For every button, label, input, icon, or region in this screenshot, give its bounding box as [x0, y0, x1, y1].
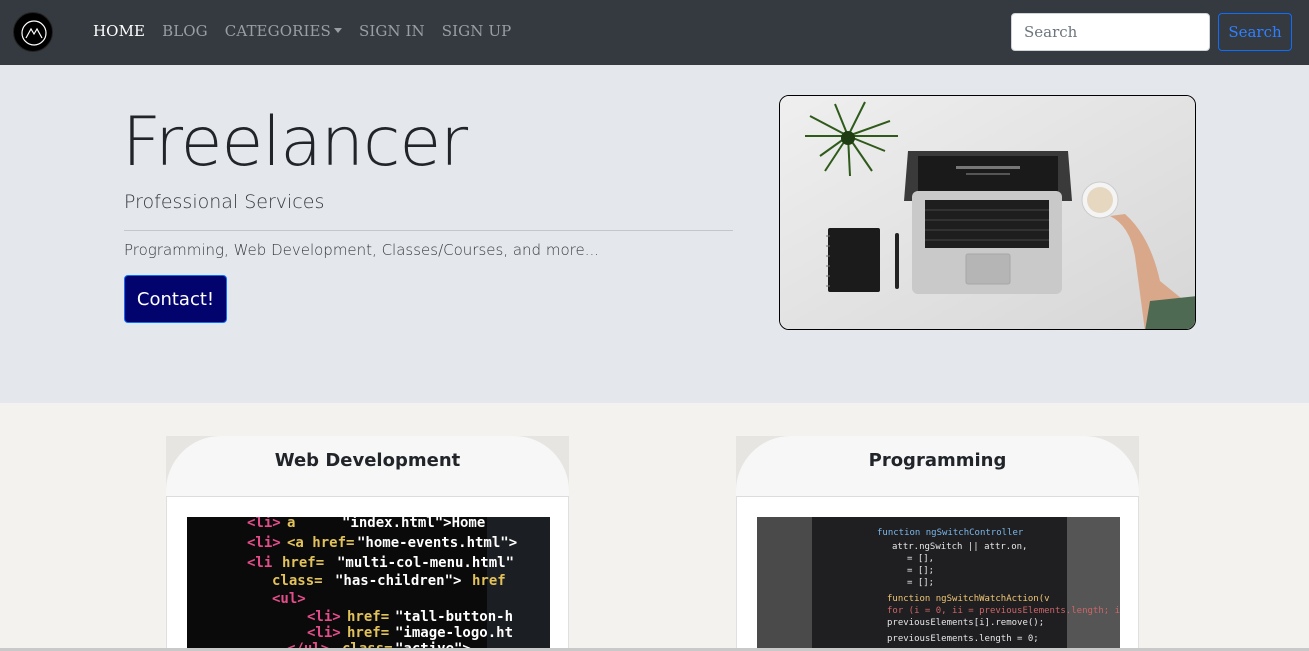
svg-text:attr.ngSwitch || attr.on,: attr.ngSwitch || attr.on, [892, 542, 1027, 552]
hero-image [779, 95, 1196, 330]
svg-text:<li>: <li> [307, 609, 341, 625]
svg-text:href: href [472, 573, 506, 589]
code-image: <li> a "index.html">Home <li> <a href= "home… [187, 517, 550, 651]
laptop-icon [904, 151, 1072, 294]
card-programming[interactable]: Programming function ngSwitchController … [736, 436, 1139, 651]
notebook-icon [828, 228, 880, 292]
search-button[interactable]: Search [1218, 13, 1292, 51]
desk-laptop-image [780, 96, 1195, 329]
svg-text:class=: class= [272, 573, 323, 589]
logo[interactable] [13, 12, 53, 52]
nav-blog[interactable]: BLOG [162, 22, 208, 40]
chevron-down-icon [333, 28, 342, 33]
html-code-image: <li> a "index.html">Home <li> <a href= "home… [187, 517, 550, 651]
nav-sign-in[interactable]: SIGN IN [359, 22, 425, 40]
mountain-logo-icon [21, 20, 47, 46]
svg-text:"image-logo.ht: "image-logo.ht [395, 625, 513, 641]
hero-subtitle: Professional Services [124, 191, 325, 213]
card-title: Programming [868, 450, 1007, 471]
svg-text:href=: href= [347, 625, 389, 641]
hero-section: Freelancer Professional Services Program… [0, 65, 1309, 403]
svg-text:href=: href= [282, 555, 324, 571]
nav-categories[interactable]: CATEGORIES [225, 22, 342, 40]
svg-text:<li>: <li> [247, 517, 281, 531]
svg-text:"has-children">: "has-children"> [335, 573, 461, 589]
svg-text:"home-events.html">: "home-events.html"> [357, 535, 517, 551]
card-body: function ngSwitchController attr.ngSwitc… [736, 497, 1139, 651]
svg-text:<ul>: <ul> [272, 591, 306, 607]
nav-home[interactable]: HOME [93, 22, 145, 40]
svg-text:"tall-button-h: "tall-button-h [395, 609, 513, 625]
nav-links: HOME BLOG CATEGORIES SIGN IN SIGN UP [93, 22, 528, 40]
svg-text:previousElements.length = 0;: previousElements.length = 0; [887, 634, 1039, 644]
svg-text:href=: href= [347, 609, 389, 625]
svg-text:"multi-col-menu.html": "multi-col-menu.html" [337, 555, 514, 571]
svg-text:<li>: <li> [247, 535, 281, 551]
svg-text:= [];: = []; [907, 566, 934, 576]
code-image: function ngSwitchController attr.ngSwitc… [757, 517, 1120, 651]
card-header: Web Development [166, 436, 569, 497]
search-input[interactable] [1011, 13, 1210, 51]
navbar: HOME BLOG CATEGORIES SIGN IN SIGN UP Sea… [0, 0, 1309, 65]
svg-text:= [];: = []; [907, 578, 934, 588]
card-web-development[interactable]: Web Development <li> a "index.html">Home <… [166, 436, 569, 651]
nav-sign-up[interactable]: SIGN UP [442, 22, 512, 40]
hero-title: Freelancer [122, 103, 468, 182]
js-code-image: function ngSwitchController attr.ngSwitc… [757, 517, 1120, 651]
svg-text:<li: <li [247, 555, 272, 571]
pen-icon [895, 233, 899, 289]
svg-text:for (i = 0, ii = previousEleme: for (i = 0, ii = previousElements.length… [887, 606, 1120, 616]
svg-text:previousElements[i].remove();: previousElements[i].remove(); [887, 618, 1044, 628]
svg-text:= [],: = [], [907, 554, 934, 564]
svg-text:<a href=: <a href= [287, 535, 354, 551]
svg-text:<li>: <li> [307, 625, 341, 641]
card-header: Programming [736, 436, 1139, 497]
svg-text:a: a [287, 517, 295, 531]
card-body: <li> a "index.html">Home <li> <a href= "home… [166, 497, 569, 651]
svg-text:"index.html">Home: "index.html">Home [342, 517, 485, 531]
card-title: Web Development [274, 450, 461, 471]
hero-text: Programming, Web Development, Classes/Co… [124, 241, 600, 259]
svg-text:function ngSwitchController: function ngSwitchController [877, 528, 1024, 538]
hero-divider [124, 230, 733, 231]
contact-button[interactable]: Contact! [124, 275, 227, 323]
svg-text:function ngSwitchWatchAction(v: function ngSwitchWatchAction(v [887, 594, 1050, 604]
nav-categories-label: CATEGORIES [224, 22, 331, 40]
